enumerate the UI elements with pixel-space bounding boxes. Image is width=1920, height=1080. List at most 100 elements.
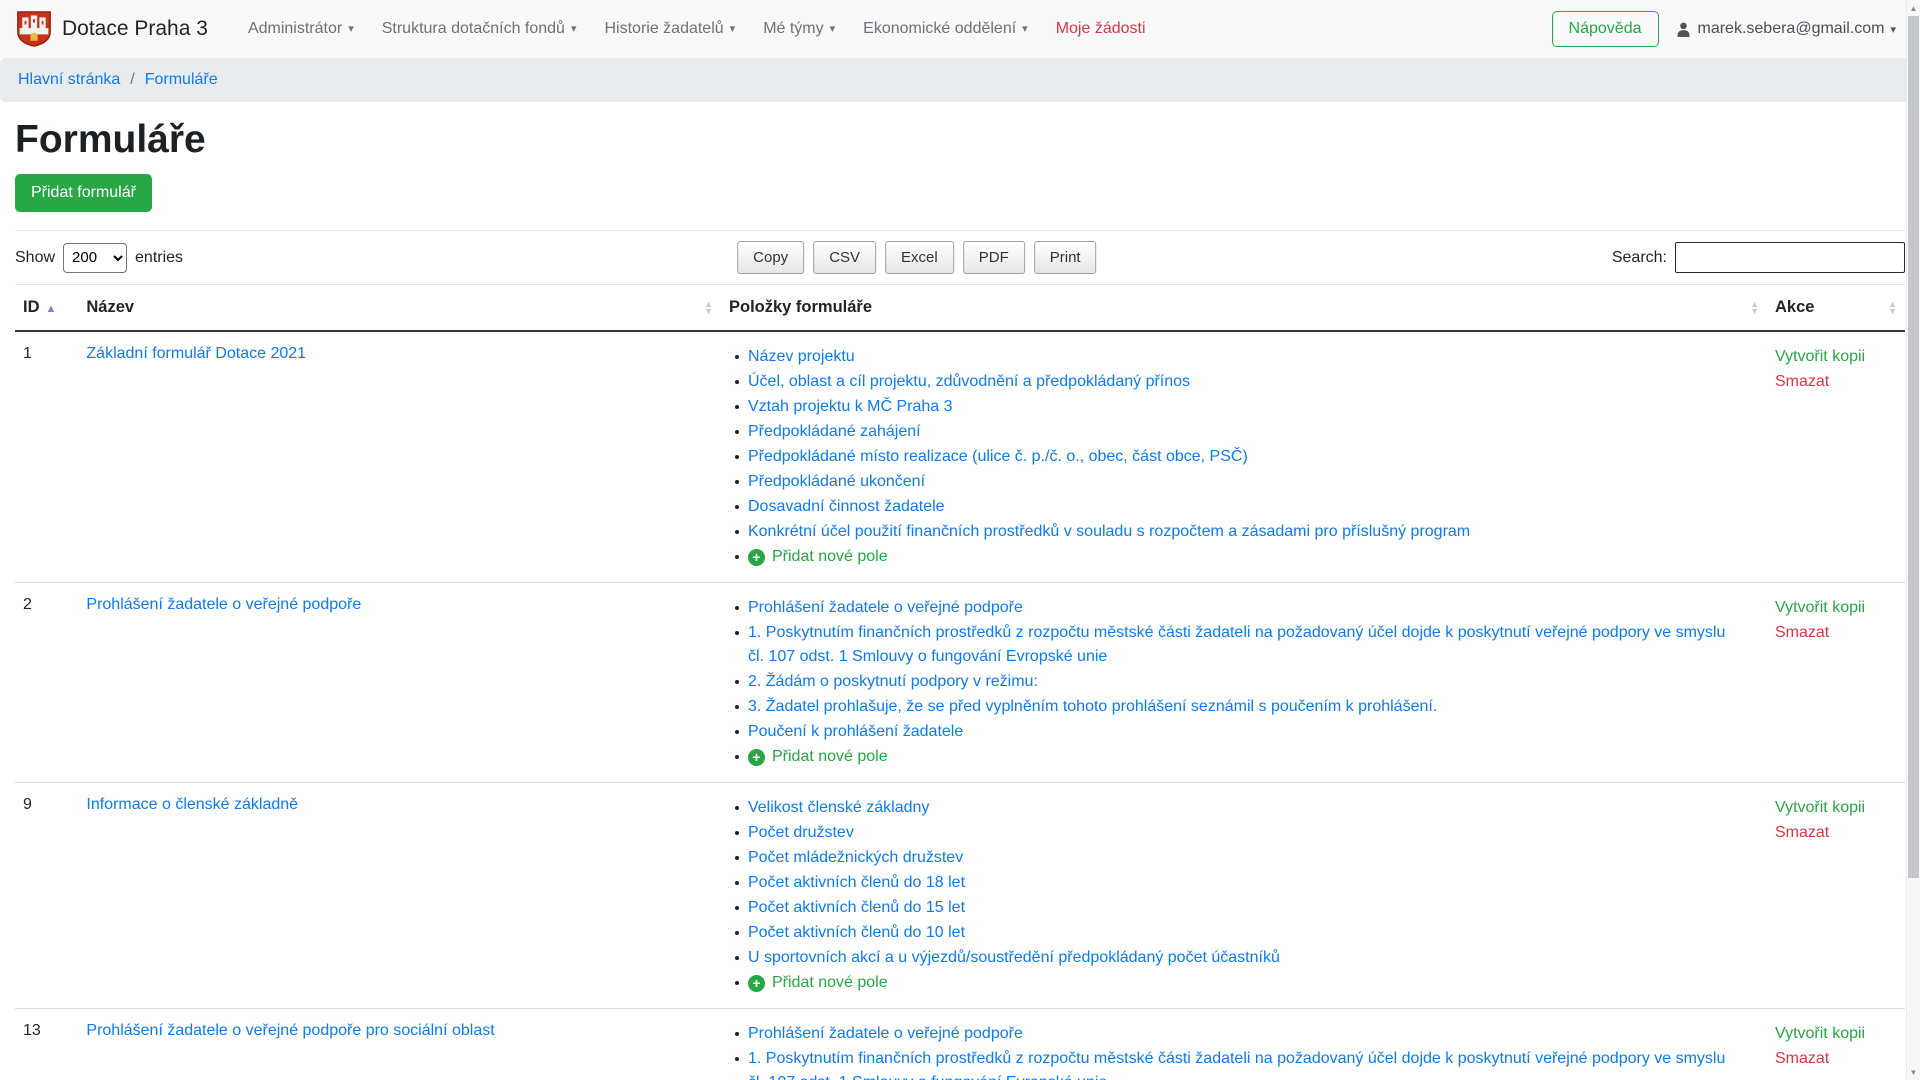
form-items-list: Název projektu Účel, oblast a cíl projekt… <box>729 345 1759 570</box>
add-new-field-link[interactable]: +Přidat nové pole <box>748 745 888 769</box>
row-id: 13 <box>15 1009 78 1080</box>
form-field-item: Prohlášení žadatele o veřejné podpoře <box>729 596 1743 620</box>
sort-icon: ▲▼ <box>1888 301 1897 315</box>
brand[interactable]: Dotace Praha 3 <box>16 10 208 48</box>
nav-item-administrator[interactable]: Administrátor▾ <box>234 12 368 46</box>
form-field-link[interactable]: 3. Žadatel prohlašuje, že se před vyplně… <box>748 698 1437 715</box>
form-name-link[interactable]: Základní formulář Dotace 2021 <box>86 345 306 362</box>
main-content: Formuláře Přidat formulář Show 200 entri… <box>0 118 1920 1080</box>
copy-action-link[interactable]: Vytvořit kopii <box>1775 796 1897 820</box>
column-header-polozky[interactable]: Položky formuláře ▲▼ <box>721 285 1767 332</box>
add-new-field-item: +Přidat nové pole <box>729 971 1743 996</box>
add-form-button[interactable]: Přidat formulář <box>15 174 152 212</box>
scroll-down-icon[interactable]: ▼ <box>1907 1065 1920 1079</box>
form-field-item: Počet mládežnických družstev <box>729 846 1743 870</box>
delete-action-link[interactable]: Smazat <box>1775 621 1897 645</box>
chevron-down-icon: ▾ <box>830 24 836 35</box>
column-header-nazev[interactable]: Název ▲▼ <box>78 285 721 332</box>
brand-title: Dotace Praha 3 <box>62 17 208 41</box>
form-field-link[interactable]: Předpokládané místo realizace (ulice č. … <box>748 448 1248 465</box>
form-name-link[interactable]: Prohlášení žadatele o veřejné podpoře pr… <box>86 1022 494 1039</box>
breadcrumb-home-link[interactable]: Hlavní stránka <box>18 71 120 89</box>
nav-item-moje-zadosti[interactable]: Moje žádosti <box>1042 12 1160 46</box>
breadcrumb-separator: / <box>130 71 134 89</box>
search-input[interactable] <box>1675 242 1905 273</box>
form-field-item: 1. Poskytnutím finančních prostředků z r… <box>729 621 1743 669</box>
user-email: marek.sebera@gmail.com <box>1698 20 1885 38</box>
form-field-item: Konkrétní účel použití finančních prostř… <box>729 520 1743 544</box>
form-field-link[interactable]: Vztah projektu k MČ Praha 3 <box>748 398 953 415</box>
form-field-link[interactable]: Prohlášení žadatele o veřejné podpoře <box>748 1025 1023 1042</box>
vertical-scrollbar[interactable]: ▲ ▼ <box>1906 0 1920 1080</box>
chevron-down-icon: ▾ <box>730 24 736 35</box>
pdf-button[interactable]: PDF <box>963 241 1025 274</box>
form-field-link[interactable]: 1. Poskytnutím finančních prostředků z r… <box>748 624 1725 665</box>
form-items-list: Velikost členské základny Počet družstev P… <box>729 796 1759 996</box>
form-field-item: Poučení k prohlášení žadatele <box>729 720 1743 744</box>
print-button[interactable]: Print <box>1034 241 1097 274</box>
navbar-right: Nápověda marek.sebera@gmail.com ▾ <box>1552 11 1896 47</box>
nav-item-me-tymy[interactable]: Mé týmy▾ <box>749 12 849 46</box>
form-field-link[interactable]: 2. Žádám o poskytnutí podpory v režimu: <box>748 673 1038 690</box>
delete-action-link[interactable]: Smazat <box>1775 370 1897 394</box>
form-field-item: Prohlášení žadatele o veřejné podpoře <box>729 1022 1743 1046</box>
form-field-link[interactable]: Počet družstev <box>748 824 854 841</box>
form-field-item: Velikost členské základny <box>729 796 1743 820</box>
form-items-list: Prohlášení žadatele o veřejné podpoře 1. … <box>729 1022 1759 1080</box>
form-field-link[interactable]: Poučení k prohlášení žadatele <box>748 723 963 740</box>
column-header-id[interactable]: ID▲ <box>15 285 78 332</box>
form-field-link[interactable]: Počet mládežnických družstev <box>748 849 963 866</box>
csv-button[interactable]: CSV <box>813 241 876 274</box>
form-field-item: Počet aktivních členů do 18 let <box>729 871 1743 895</box>
form-field-link[interactable]: 1. Poskytnutím finančních prostředků z r… <box>748 1050 1725 1080</box>
form-field-link[interactable]: Počet aktivních členů do 18 let <box>748 874 965 891</box>
add-new-field-link[interactable]: +Přidat nové pole <box>748 545 888 569</box>
nav-item-struktura-dotacnich-fondu[interactable]: Struktura dotačních fondů▾ <box>368 12 591 46</box>
form-field-link[interactable]: Název projektu <box>748 348 855 365</box>
copy-button[interactable]: Copy <box>737 241 804 274</box>
row-id: 2 <box>15 583 78 783</box>
form-field-link[interactable]: Předpokládané ukončení <box>748 473 925 490</box>
praha3-coat-of-arms-logo <box>16 10 52 48</box>
form-field-link[interactable]: Prohlášení žadatele o veřejné podpoře <box>748 599 1023 616</box>
form-name-link[interactable]: Informace o členské základně <box>86 796 298 813</box>
form-field-link[interactable]: Účel, oblast a cíl projektu, zdůvodnění … <box>748 373 1190 390</box>
form-field-link[interactable]: Velikost členské základny <box>748 799 929 816</box>
user-menu[interactable]: marek.sebera@gmail.com ▾ <box>1675 20 1897 38</box>
form-field-link[interactable]: Konkrétní účel použití finančních prostř… <box>748 523 1470 540</box>
page-title: Formuláře <box>15 118 1905 162</box>
help-button[interactable]: Nápověda <box>1552 11 1659 47</box>
delete-action-link[interactable]: Smazat <box>1775 1047 1897 1071</box>
page-length-select[interactable]: 200 <box>63 243 127 273</box>
column-header-akce[interactable]: Akce ▲▼ <box>1767 285 1905 332</box>
nav-item-historie-zadatelu[interactable]: Historie žadatelů▾ <box>590 12 749 46</box>
form-field-item: 3. Žadatel prohlašuje, že se před vyplně… <box>729 695 1743 719</box>
form-field-item: Předpokládané ukončení <box>729 470 1743 494</box>
scroll-up-icon[interactable]: ▲ <box>1907 1 1920 15</box>
form-field-link[interactable]: Předpokládané zahájení <box>748 423 921 440</box>
copy-action-link[interactable]: Vytvořit kopii <box>1775 596 1897 620</box>
form-field-link[interactable]: U sportovních akcí a u výjezdů/soustředě… <box>748 949 1280 966</box>
form-field-item: 1. Poskytnutím finančních prostředků z r… <box>729 1047 1743 1080</box>
form-field-item: Předpokládané místo realizace (ulice č. … <box>729 445 1743 469</box>
export-buttons: Copy CSV Excel PDF Print <box>737 241 1096 274</box>
form-field-item: Dosavadní činnost žadatele <box>729 495 1743 519</box>
form-field-item: 2. Žádám o poskytnutí podpory v režimu: <box>729 670 1743 694</box>
form-field-link[interactable]: Počet aktivních členů do 10 let <box>748 924 965 941</box>
row-id: 9 <box>15 783 78 1009</box>
copy-action-link[interactable]: Vytvořit kopii <box>1775 1022 1897 1046</box>
excel-button[interactable]: Excel <box>885 241 954 274</box>
breadcrumb-current-link[interactable]: Formuláře <box>145 71 218 89</box>
copy-action-link[interactable]: Vytvořit kopii <box>1775 345 1897 369</box>
form-field-link[interactable]: Dosavadní činnost žadatele <box>748 498 945 515</box>
plus-circle-icon: + <box>748 549 765 566</box>
form-field-item: Předpokládané zahájení <box>729 420 1743 444</box>
search-label: Search: <box>1612 249 1667 267</box>
form-field-link[interactable]: Počet aktivních členů do 15 let <box>748 899 965 916</box>
add-new-field-link[interactable]: +Přidat nové pole <box>748 971 888 995</box>
nav-item-ekonomicke-oddeleni[interactable]: Ekonomické oddělení▾ <box>849 12 1042 46</box>
delete-action-link[interactable]: Smazat <box>1775 821 1897 845</box>
scrollbar-thumb[interactable] <box>1908 16 1919 878</box>
form-field-item: Počet družstev <box>729 821 1743 845</box>
form-name-link[interactable]: Prohlášení žadatele o veřejné podpoře <box>86 596 361 613</box>
